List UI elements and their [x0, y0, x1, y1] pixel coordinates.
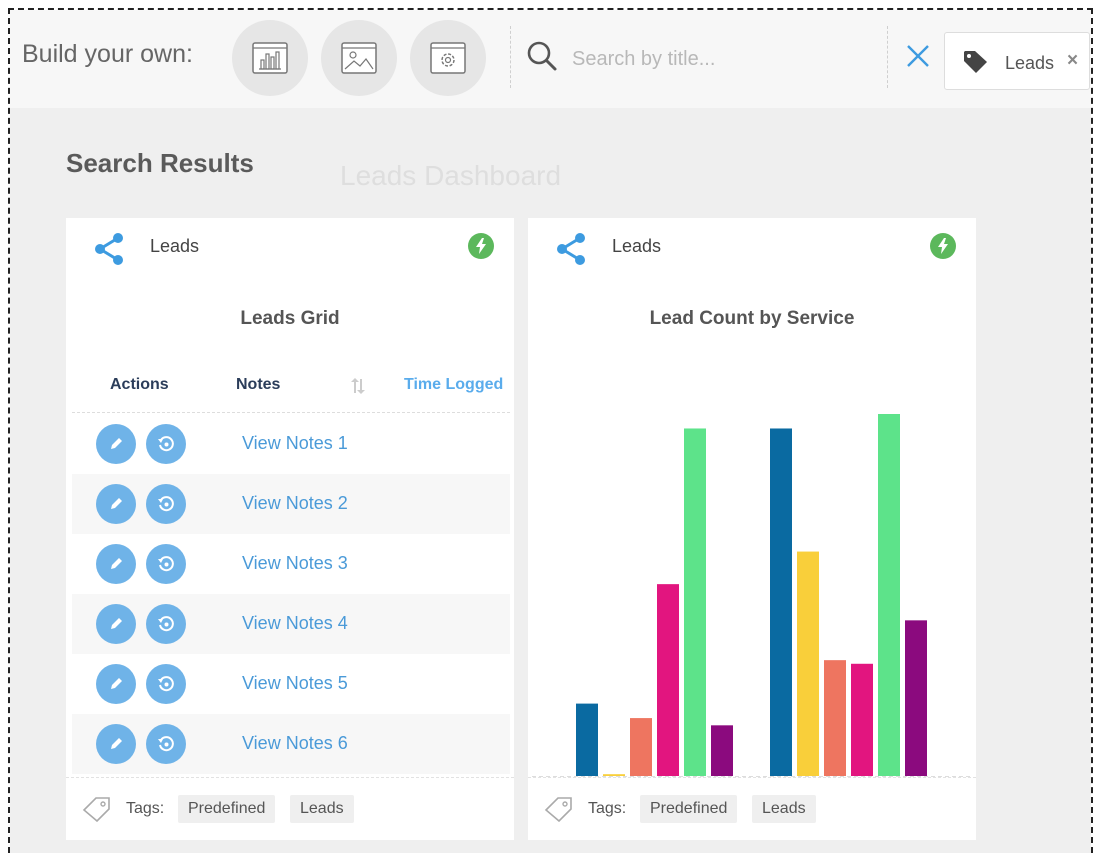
- result-card-leads-grid[interactable]: Leads Leads Grid Actions Notes Time Logg…: [66, 218, 514, 840]
- status-badge: [930, 233, 956, 259]
- history-button[interactable]: [146, 424, 186, 464]
- active-tag-filter[interactable]: Leads ×: [944, 32, 1090, 90]
- history-button[interactable]: [146, 484, 186, 524]
- add-image-widget-button[interactable]: [321, 20, 397, 96]
- pencil-icon: [111, 498, 122, 509]
- chart-bar[interactable]: [630, 718, 652, 776]
- tag-predefined[interactable]: Predefined: [178, 795, 276, 823]
- pencil-icon: [111, 678, 122, 689]
- pencil-icon: [111, 558, 122, 569]
- pencil-icon: [111, 438, 122, 449]
- view-notes-link[interactable]: View Notes 1: [242, 433, 348, 454]
- share-icon: [95, 233, 123, 265]
- chart-bar[interactable]: [576, 703, 598, 776]
- tag-leads[interactable]: Leads: [290, 795, 354, 823]
- active-tag-label: Leads: [1005, 53, 1055, 73]
- tags-label: Tags:: [588, 800, 627, 817]
- column-header-notes[interactable]: Notes: [236, 376, 280, 394]
- tags-label: Tags:: [126, 800, 165, 817]
- history-icon: [158, 556, 174, 572]
- view-notes-link[interactable]: View Notes 3: [242, 553, 348, 574]
- search-results-overlay: Leads Dashboard Search Results Leads Lea…: [10, 108, 1091, 853]
- pencil-icon: [111, 618, 122, 629]
- chart-bar[interactable]: [603, 774, 625, 776]
- add-settings-widget-button[interactable]: [410, 20, 486, 96]
- card-footer: Tags: Predefined Leads: [528, 777, 976, 840]
- card-source-label: Leads: [150, 236, 200, 256]
- result-card-lead-count-chart[interactable]: Leads Lead Count by Service Tags: Predef…: [528, 218, 976, 840]
- view-notes-link[interactable]: View Notes 2: [242, 493, 348, 514]
- tag-outline-icon: [544, 797, 572, 822]
- edit-button[interactable]: [96, 424, 136, 464]
- settings-widget-icon: [430, 42, 466, 74]
- card-footer: Tags: Predefined Leads: [66, 777, 514, 840]
- table-row: View Notes 3: [72, 534, 510, 594]
- table-row: View Notes 4: [72, 594, 510, 654]
- image-widget-icon: [341, 42, 377, 74]
- toolbar-divider: [510, 26, 511, 88]
- history-icon: [158, 676, 174, 692]
- history-button[interactable]: [146, 664, 186, 704]
- view-notes-link[interactable]: View Notes 6: [242, 733, 348, 754]
- toolbar: Build your own: Search by title... Leads…: [10, 10, 1091, 108]
- history-button[interactable]: [146, 544, 186, 584]
- remove-tag-button[interactable]: ×: [1067, 50, 1078, 72]
- status-badge: [468, 233, 494, 259]
- search-icon: [527, 41, 557, 71]
- table-row: View Notes 2: [72, 474, 510, 534]
- lightning-icon: [938, 238, 948, 254]
- chart-bar[interactable]: [770, 428, 792, 776]
- chart-bar[interactable]: [905, 620, 927, 776]
- chart-bar[interactable]: [684, 428, 706, 776]
- edit-button[interactable]: [96, 484, 136, 524]
- search-input[interactable]: [570, 44, 874, 74]
- edit-button[interactable]: [96, 724, 136, 764]
- chart-bar[interactable]: [711, 725, 733, 776]
- tag-icon: [964, 51, 987, 73]
- chart-widget-icon: [252, 42, 288, 74]
- canvas-frame: Build your own: Search by title... Leads…: [8, 8, 1093, 853]
- sort-icon[interactable]: [350, 377, 366, 395]
- chart-bar[interactable]: [824, 660, 846, 776]
- history-icon: [158, 436, 174, 452]
- chart-bar[interactable]: [851, 663, 873, 776]
- chart-title: Lead Count by Service: [649, 308, 855, 329]
- card-source-label: Leads: [612, 236, 662, 256]
- add-chart-widget-button[interactable]: [232, 20, 308, 96]
- column-header-actions[interactable]: Actions: [110, 376, 169, 394]
- history-icon: [158, 496, 174, 512]
- history-button[interactable]: [146, 604, 186, 644]
- chart-bar[interactable]: [797, 551, 819, 776]
- table-row: View Notes 1: [72, 414, 510, 474]
- view-notes-link[interactable]: View Notes 4: [242, 613, 348, 634]
- build-your-own-label: Build your own:: [22, 40, 193, 68]
- history-icon: [158, 616, 174, 632]
- history-icon: [158, 736, 174, 752]
- column-header-time-logged[interactable]: Time Logged: [404, 376, 503, 394]
- chart-bar[interactable]: [657, 584, 679, 776]
- lightning-icon: [476, 238, 486, 254]
- view-notes-link[interactable]: View Notes 5: [242, 673, 348, 694]
- grid-header: Actions Notes Time Logged: [72, 362, 510, 413]
- card-title: Leads Grid: [240, 308, 340, 329]
- tag-predefined[interactable]: Predefined: [640, 795, 738, 823]
- search-results-title: Search Results: [66, 148, 254, 178]
- toolbar-divider: [887, 26, 888, 88]
- clear-search-icon[interactable]: [905, 43, 931, 69]
- tag-outline-icon: [82, 797, 110, 822]
- share-icon: [557, 233, 585, 265]
- edit-button[interactable]: [96, 604, 136, 644]
- tag-leads[interactable]: Leads: [752, 795, 816, 823]
- edit-button[interactable]: [96, 664, 136, 704]
- table-row: View Notes 6: [72, 714, 510, 774]
- bar-chart: [532, 414, 972, 777]
- background-dashboard-title: Leads Dashboard: [340, 160, 562, 191]
- pencil-icon: [111, 738, 122, 749]
- chart-bar[interactable]: [878, 414, 900, 776]
- table-row: View Notes 5: [72, 654, 510, 714]
- history-button[interactable]: [146, 724, 186, 764]
- edit-button[interactable]: [96, 544, 136, 584]
